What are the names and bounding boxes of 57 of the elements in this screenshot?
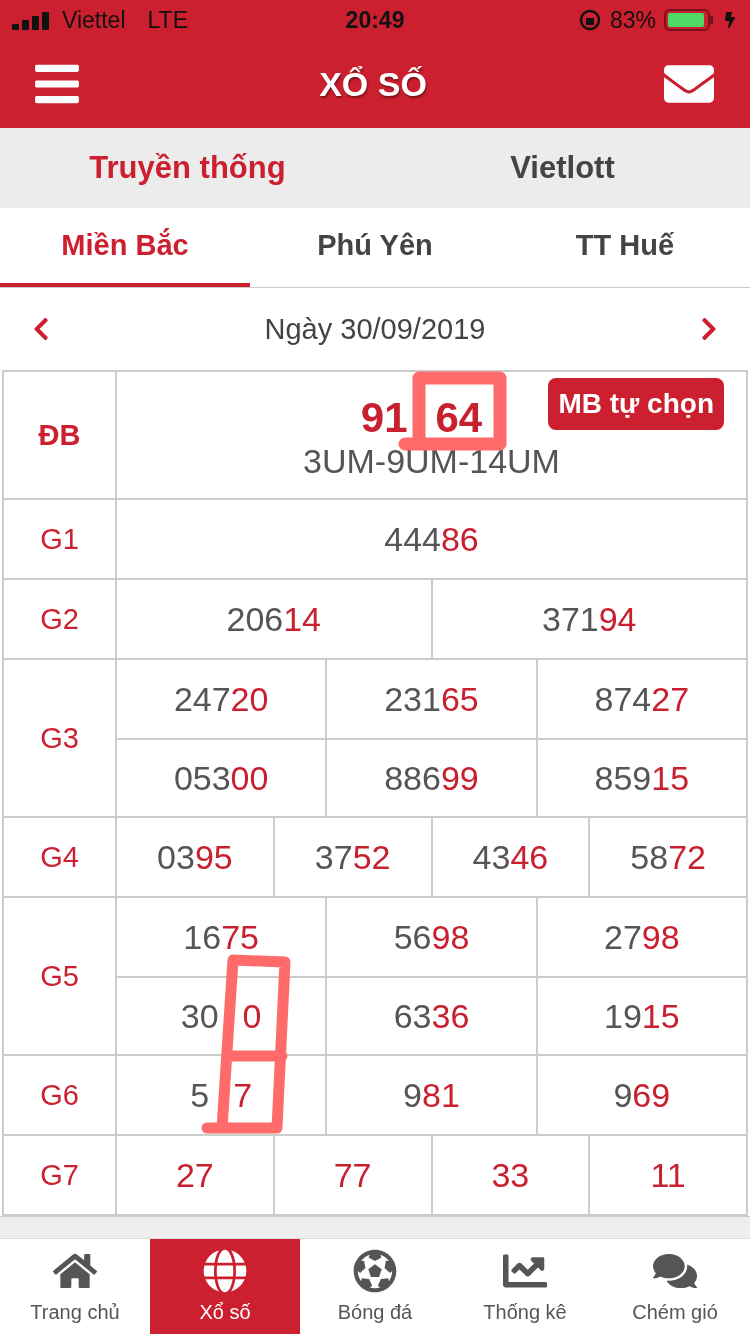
- prize-label: G6: [40, 1078, 79, 1112]
- prize-number: 5: [190, 1075, 210, 1115]
- clock-text: 20:49: [345, 6, 405, 34]
- prize-number: 85915: [594, 758, 690, 798]
- prize-number: 1915: [604, 996, 680, 1036]
- prize-number: 20614: [226, 599, 322, 639]
- rotation-lock-icon: [577, 8, 602, 32]
- prize-number: 24720: [173, 679, 269, 719]
- prize-number: 88699: [384, 758, 479, 798]
- carrier-text: Viettel: [62, 6, 126, 34]
- prize-number: 87427: [594, 679, 690, 719]
- prize-number: 3752: [314, 837, 391, 877]
- prize-number: 37194: [541, 599, 637, 639]
- prize-number: 6336: [393, 996, 470, 1036]
- nav-tab[interactable]: Xổ số: [150, 1239, 300, 1334]
- prize-number: 30: [180, 996, 219, 1036]
- prize-number: 4346: [472, 837, 549, 877]
- region-tab[interactable]: Phú Yên: [250, 208, 500, 287]
- prize-number: 27: [175, 1155, 214, 1195]
- category-tab[interactable]: Truyền thống: [0, 128, 375, 208]
- prize-number: 981: [403, 1075, 460, 1115]
- region-tab[interactable]: Miền Bắc: [0, 208, 250, 287]
- prize-number: 0: [242, 996, 262, 1036]
- prize-number: 1675: [183, 917, 259, 957]
- network-text: LTE: [147, 6, 188, 34]
- prize-number: 5698: [393, 917, 470, 957]
- prize-number: 05300: [173, 758, 269, 798]
- prize-label: G4: [40, 840, 79, 874]
- region-tab[interactable]: TT Huế: [500, 208, 750, 287]
- pick-button[interactable]: MB tự chọn: [548, 378, 724, 430]
- prize-number: 2798: [604, 917, 680, 957]
- globe-icon: [203, 1249, 247, 1293]
- prize-label: G2: [40, 602, 79, 636]
- prize-label: ĐB: [38, 418, 81, 452]
- prize-label: G3: [40, 721, 79, 755]
- prize-number: 11: [650, 1155, 686, 1195]
- prize-number: 0395: [157, 837, 233, 877]
- prize-label: G5: [40, 959, 79, 993]
- prize-number: 33: [491, 1155, 530, 1195]
- prize-number: 23165: [384, 679, 479, 719]
- prize-number: 77: [333, 1155, 372, 1195]
- category-tab[interactable]: Vietlott: [375, 128, 750, 208]
- prize-number: 5872: [630, 837, 706, 877]
- prize-label: G1: [40, 522, 79, 556]
- prize-number: 44486: [384, 519, 479, 559]
- prize-number: 7: [233, 1075, 253, 1115]
- prize-label: G7: [40, 1158, 79, 1192]
- charging-icon: [722, 12, 738, 28]
- date-text: Ngày 30/09/2019: [264, 312, 486, 346]
- special-number: 91: [360, 393, 408, 442]
- battery-percent: 83%: [609, 6, 656, 34]
- special-number: 64: [435, 393, 483, 442]
- app-title: XỔ SỐ: [319, 64, 427, 104]
- signal-icon: [12, 10, 52, 30]
- battery-icon: [664, 8, 714, 32]
- prize-codes: 3UM-9UM-14UM: [303, 441, 560, 481]
- prize-number: 969: [613, 1075, 671, 1115]
